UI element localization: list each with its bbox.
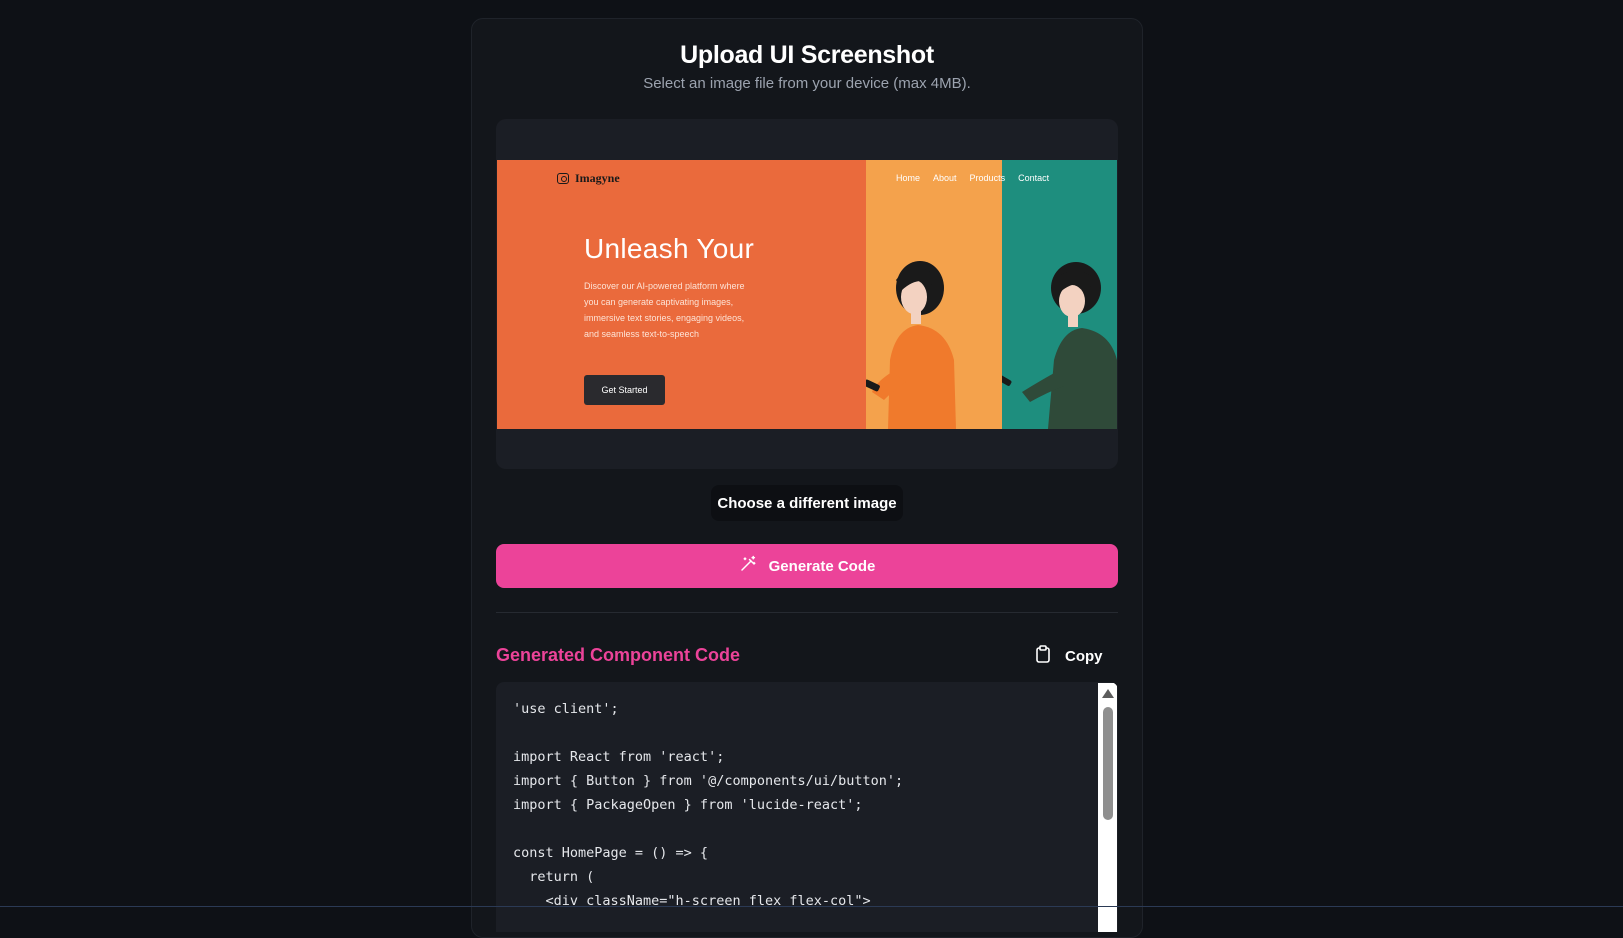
scroll-up-arrow-icon[interactable]: [1102, 689, 1114, 698]
copy-button[interactable]: Copy: [1035, 643, 1103, 669]
page-title: Upload UI Screenshot: [680, 41, 934, 69]
window-bottom-edge: [0, 906, 1623, 907]
magic-wand-icon: [739, 555, 757, 577]
preview-nav: Home About Products Contact: [896, 173, 1049, 183]
preview-teal-panel: [1002, 160, 1117, 429]
page-subtitle: Select an image file from your device (m…: [643, 75, 971, 92]
code-line: const HomePage = () => {: [513, 845, 709, 861]
section-divider: [496, 612, 1118, 613]
person-green-illustration: [1002, 262, 1117, 429]
choose-different-image-button[interactable]: Choose a different image: [711, 485, 903, 521]
copy-label: Copy: [1065, 647, 1103, 665]
preview-amber-panel: [866, 160, 1002, 429]
upload-card: Upload UI Screenshot Select an image fil…: [471, 18, 1143, 938]
camera-logo-icon: [557, 173, 569, 184]
preview-nav-contact: Contact: [1018, 173, 1050, 183]
preview-nav-products: Products: [969, 173, 1006, 183]
preview-nav-home: Home: [896, 173, 921, 183]
preview-nav-about: About: [933, 173, 957, 183]
scroll-thumb[interactable]: [1103, 707, 1113, 820]
person-orange-illustration: [866, 261, 956, 429]
code-block[interactable]: 'use client'; import React from 'react';…: [496, 682, 1118, 932]
generate-code-button[interactable]: Generate Code: [496, 544, 1118, 588]
clipboard-icon: [1035, 645, 1051, 667]
code-line: import { PackageOpen } from 'lucide-reac…: [513, 797, 863, 813]
preview-hero-heading: Unleash Your: [584, 233, 755, 264]
preview-brand-name: Imagyne: [575, 171, 620, 185]
generate-code-label: Generate Code: [768, 557, 876, 575]
preview-get-started-button: Get Started: [584, 375, 665, 405]
code-scrollbar[interactable]: [1098, 683, 1117, 932]
code-line: import { Button } from '@/components/ui/…: [513, 773, 904, 789]
preview-brand: Imagyne: [557, 171, 620, 186]
code-line: import React from 'react';: [513, 749, 725, 765]
image-preview-container: Imagyne Home About Products Contact Unle…: [496, 119, 1118, 469]
uploaded-screenshot-preview: Imagyne Home About Products Contact Unle…: [497, 160, 1117, 429]
preview-description: Discover our AI-powered platform where y…: [584, 281, 745, 339]
code-line: return (: [513, 869, 595, 885]
code-content: 'use client'; import React from 'react';…: [513, 697, 903, 913]
generated-code-title: Generated Component Code: [496, 645, 741, 665]
code-line: 'use client';: [513, 701, 619, 717]
